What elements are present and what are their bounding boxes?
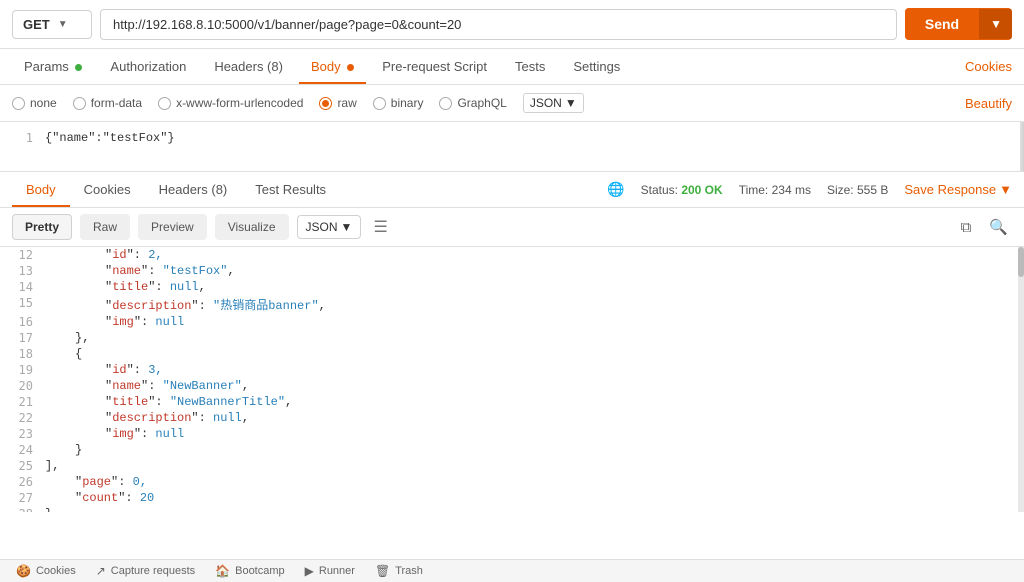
size-label: Size: 555 B bbox=[827, 183, 888, 197]
response-line: 20"name": "NewBanner", bbox=[0, 378, 1024, 394]
radio-none[interactable]: none bbox=[12, 96, 57, 110]
radio-raw-dot bbox=[319, 97, 332, 110]
tab-tests[interactable]: Tests bbox=[503, 49, 557, 84]
format-visualize-button[interactable]: Visualize bbox=[215, 214, 289, 240]
tab-params[interactable]: Params bbox=[12, 49, 94, 84]
response-line: 28} bbox=[0, 506, 1024, 512]
bootcamp-icon: 🏠 bbox=[215, 564, 230, 578]
format-pretty-button[interactable]: Pretty bbox=[12, 214, 72, 240]
save-response-chevron-icon: ▼ bbox=[999, 182, 1012, 197]
radio-graphql[interactable]: GraphQL bbox=[439, 96, 506, 110]
radio-binary[interactable]: binary bbox=[373, 96, 424, 110]
radio-binary-dot bbox=[373, 97, 386, 110]
response-line: 22"description": null, bbox=[0, 410, 1024, 426]
response-body[interactable]: 12"id": 2,13"name": "testFox",14"title":… bbox=[0, 247, 1024, 512]
json-chevron-icon: ▼ bbox=[565, 96, 577, 110]
response-line: 27"count": 20 bbox=[0, 490, 1024, 506]
radio-form-data-dot bbox=[73, 97, 86, 110]
response-line: 24} bbox=[0, 442, 1024, 458]
editor-content-1: {"name":"testFox"} bbox=[45, 131, 175, 145]
statusbar-cookies[interactable]: 🍪 Cookies bbox=[16, 564, 76, 578]
status-label: Status: 200 OK bbox=[641, 183, 723, 197]
response-format-row: Pretty Raw Preview Visualize JSON ▼ ☰ ⧉ … bbox=[0, 208, 1024, 247]
response-line: 26"page": 0, bbox=[0, 474, 1024, 490]
status-value: 200 OK bbox=[681, 183, 722, 197]
request-body-editor[interactable]: 1 {"name":"testFox"} bbox=[0, 122, 1024, 172]
time-label: Time: 234 ms bbox=[739, 183, 811, 197]
body-dot bbox=[347, 64, 354, 71]
response-line: 17}, bbox=[0, 330, 1024, 346]
response-line: 12"id": 2, bbox=[0, 247, 1024, 263]
editor-scrollbar[interactable] bbox=[1020, 122, 1024, 171]
editor-line-1: 1 {"name":"testFox"} bbox=[0, 130, 1024, 146]
radio-none-dot bbox=[12, 97, 25, 110]
response-tabs-row: Body Cookies Headers (8) Test Results 🌐 … bbox=[0, 172, 1024, 208]
radio-form-data[interactable]: form-data bbox=[73, 96, 142, 110]
radio-raw[interactable]: raw bbox=[319, 96, 356, 110]
tab-authorization[interactable]: Authorization bbox=[98, 49, 198, 84]
request-tabs: Params Authorization Headers (8) Body Pr… bbox=[0, 49, 1024, 85]
radio-url-encoded[interactable]: x-www-form-urlencoded bbox=[158, 96, 303, 110]
tab-settings[interactable]: Settings bbox=[561, 49, 632, 84]
response-scrollbar-thumb bbox=[1018, 247, 1024, 277]
capture-icon: ↗ bbox=[96, 564, 106, 578]
tab-body[interactable]: Body bbox=[299, 49, 366, 84]
response-line: 16"img": null bbox=[0, 314, 1024, 330]
statusbar-runner[interactable]: ▶ Runner bbox=[305, 564, 355, 578]
body-type-row: none form-data x-www-form-urlencoded raw… bbox=[0, 85, 1024, 122]
response-tab-body[interactable]: Body bbox=[12, 172, 70, 207]
method-label: GET bbox=[23, 17, 50, 32]
cookies-link[interactable]: Cookies bbox=[965, 49, 1012, 84]
response-action-icons: ⧉ 🔍 bbox=[957, 214, 1012, 240]
response-line: 23"img": null bbox=[0, 426, 1024, 442]
save-response-button[interactable]: Save Response ▼ bbox=[904, 182, 1012, 197]
tab-pre-request[interactable]: Pre-request Script bbox=[370, 49, 499, 84]
send-button[interactable]: Send bbox=[905, 8, 979, 40]
response-line: 18{ bbox=[0, 346, 1024, 362]
cookies-icon: 🍪 bbox=[16, 564, 31, 578]
runner-icon: ▶ bbox=[305, 564, 314, 578]
statusbar-bootcamp[interactable]: 🏠 Bootcamp bbox=[215, 564, 284, 578]
globe-icon: 🌐 bbox=[607, 181, 624, 198]
response-json-select[interactable]: JSON ▼ bbox=[297, 215, 362, 239]
beautify-button[interactable]: Beautify bbox=[965, 96, 1012, 111]
tab-headers[interactable]: Headers (8) bbox=[202, 49, 295, 84]
search-button[interactable]: 🔍 bbox=[985, 214, 1012, 240]
response-line: 21"title": "NewBannerTitle", bbox=[0, 394, 1024, 410]
method-select[interactable]: GET ▼ bbox=[12, 10, 92, 39]
response-line: 13"name": "testFox", bbox=[0, 263, 1024, 279]
radio-url-encoded-dot bbox=[158, 97, 171, 110]
response-tab-cookies[interactable]: Cookies bbox=[70, 172, 145, 207]
send-dropdown-button[interactable]: ▼ bbox=[979, 9, 1012, 39]
status-bar: 🍪 Cookies ↗ Capture requests 🏠 Bootcamp … bbox=[0, 559, 1024, 582]
json-format-chevron-icon: ▼ bbox=[341, 220, 353, 234]
format-raw-button[interactable]: Raw bbox=[80, 214, 130, 240]
response-line: 15"description": "热销商品banner", bbox=[0, 295, 1024, 314]
response-scrollbar[interactable] bbox=[1018, 247, 1024, 512]
copy-button[interactable]: ⧉ bbox=[957, 214, 976, 240]
radio-graphql-dot bbox=[439, 97, 452, 110]
response-tab-test-results[interactable]: Test Results bbox=[241, 172, 340, 207]
url-input[interactable] bbox=[100, 9, 897, 40]
method-chevron-icon: ▼ bbox=[58, 19, 68, 30]
send-button-group: Send ▼ bbox=[905, 8, 1012, 40]
response-line: 14"title": null, bbox=[0, 279, 1024, 295]
format-preview-button[interactable]: Preview bbox=[138, 214, 207, 240]
json-type-select[interactable]: JSON ▼ bbox=[523, 93, 584, 113]
filter-icon[interactable]: ☰ bbox=[373, 217, 387, 237]
request-bar: GET ▼ Send ▼ bbox=[0, 0, 1024, 49]
response-tab-headers[interactable]: Headers (8) bbox=[145, 172, 242, 207]
params-dot bbox=[75, 64, 82, 71]
statusbar-capture[interactable]: ↗ Capture requests bbox=[96, 564, 195, 578]
trash-icon: 🗑 bbox=[375, 564, 390, 578]
response-line: 19"id": 3, bbox=[0, 362, 1024, 378]
response-line: 25 ], bbox=[0, 458, 1024, 474]
statusbar-trash[interactable]: 🗑 Trash bbox=[375, 564, 423, 578]
response-status-bar: 🌐 Status: 200 OK Time: 234 ms Size: 555 … bbox=[607, 181, 1012, 198]
